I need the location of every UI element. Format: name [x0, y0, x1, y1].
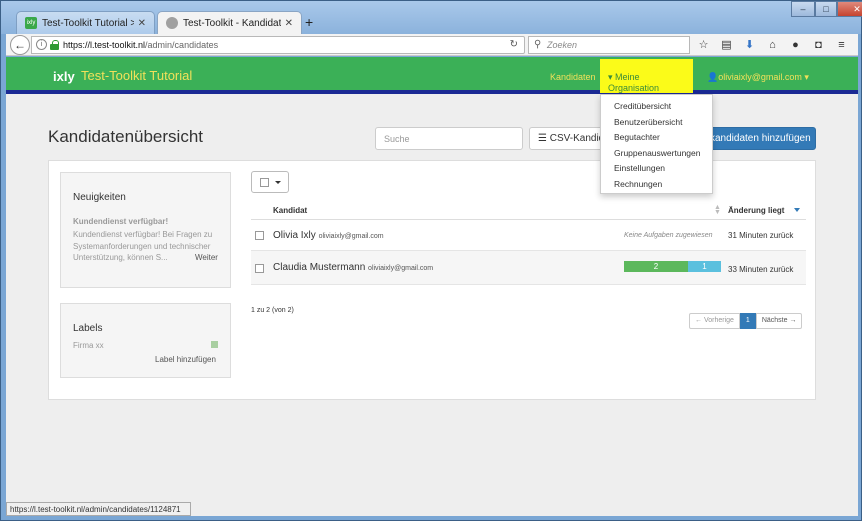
organisation-dropdown: Creditübersicht Benutzerübersicht Beguta… [600, 94, 713, 194]
nav-organisation[interactable]: ▾ Meine Organisation [600, 59, 693, 93]
caret-down-icon [275, 181, 281, 184]
status-text: Keine Aufgaben zugewiesen [624, 232, 713, 239]
label-item[interactable]: Firma xx [73, 341, 104, 350]
tab-label: Test-Toolkit - Kandidatenü... [183, 17, 281, 29]
page-title: Kandidatenübersicht [48, 127, 204, 146]
menu-item-reviewers[interactable]: Begutachter [601, 130, 712, 146]
main-panel: Neuigkeiten Kundendienst verfügbar! Kund… [48, 160, 816, 400]
back-button[interactable]: ← [10, 35, 30, 55]
news-more-link[interactable]: Weiter [195, 253, 218, 262]
table-header: Kandidat ▲ ▼ Änderung liegt [251, 202, 806, 220]
sort-desc-icon[interactable] [794, 208, 800, 212]
menu-icon[interactable]: ≡ [830, 37, 853, 53]
clipboard-icon[interactable]: ▤ [715, 37, 738, 53]
csv-label: CSV-Kandid [549, 133, 605, 144]
candidate-name[interactable]: Olivia Ixly oliviaixly@gmail.com [273, 230, 384, 241]
candidate-search-input[interactable]: Suche [375, 127, 523, 150]
ixly-icon: ixly [25, 17, 37, 29]
ixly-logo[interactable]: ixly [53, 69, 75, 84]
table-row[interactable]: Claudia Mustermann oliviaixly@gmail.com … [251, 251, 806, 285]
candidate-fullname: Claudia Mustermann [273, 262, 366, 273]
app-header: ixly Test-Toolkit Tutorial Kandidaten ▾ … [6, 57, 858, 94]
pager-next[interactable]: Nächste → [755, 313, 803, 329]
list-icon: ☰ [538, 133, 550, 144]
nav-candidates[interactable]: Kandidaten [550, 72, 596, 82]
reload-icon[interactable]: ↻ [510, 39, 518, 50]
close-window-button[interactable]: ✕ [837, 1, 862, 17]
news-box: Neuigkeiten Kundendienst verfügbar! Kund… [60, 172, 231, 288]
progress-open: 1 [688, 261, 721, 272]
browser-window: ixly Test-Toolkit Tutorial > Ixly ✕ Test… [0, 0, 862, 521]
menu-item-invoices[interactable]: Rechnungen [601, 177, 712, 193]
close-tab-icon[interactable]: ✕ [138, 18, 146, 29]
candidate-fullname: Olivia Ixly [273, 230, 316, 241]
labels-box: Labels Firma xx Label hinzufügen [60, 303, 231, 378]
bulk-select-dropdown[interactable] [251, 171, 289, 193]
tab-candidates[interactable]: Test-Toolkit - Kandidatenü... ✕ [157, 11, 302, 34]
sort-icon[interactable]: ▲ ▼ [714, 204, 721, 216]
pocket-icon[interactable]: ◘ [807, 37, 830, 53]
search-icon: ⚲ [534, 39, 542, 50]
toolbar-icons: ☆ ▤ ⬇ ⌂ ● ◘ ≡ [692, 37, 853, 53]
tab-tutorial[interactable]: ixly Test-Toolkit Tutorial > Ixly ✕ [16, 11, 155, 34]
page-viewport: ixly Test-Toolkit Tutorial Kandidaten ▾ … [6, 57, 858, 502]
menu-item-credits[interactable]: Creditübersicht [601, 99, 712, 115]
news-heading: Neuigkeiten [73, 192, 126, 203]
download-icon[interactable]: ⬇ [738, 37, 761, 53]
label-color-swatch [211, 341, 218, 348]
url-path: /admin/candidates [145, 40, 219, 50]
user-email: oliviaixly@gmail.com ▾ [718, 72, 809, 82]
progress-bar: 2 1 [624, 261, 721, 272]
row-checkbox[interactable] [255, 264, 264, 273]
column-candidate[interactable]: Kandidat [273, 206, 307, 215]
menu-item-settings[interactable]: Einstellungen [601, 161, 712, 177]
table-row[interactable]: Olivia Ixly oliviaixly@gmail.com Keine A… [251, 220, 806, 251]
checkbox-icon [260, 178, 269, 187]
row-checkbox[interactable] [255, 231, 264, 240]
result-count: 1 zu 2 (von 2) [251, 307, 294, 314]
candidate-email: oliviaixly@gmail.com [368, 265, 434, 272]
pagination: ← Vorherige 1 Nächste → [689, 313, 803, 329]
changed-time: 33 Minuten zurück [728, 265, 794, 274]
candidate-name[interactable]: Claudia Mustermann oliviaixly@gmail.com [273, 262, 433, 273]
info-icon[interactable]: i [36, 39, 47, 50]
bookmark-star-icon[interactable]: ☆ [692, 37, 715, 53]
candidate-email: oliviaixly@gmail.com [318, 233, 384, 240]
brand-title[interactable]: Test-Toolkit Tutorial [81, 68, 192, 83]
url-host: https://l.test-toolkit.nl [63, 40, 146, 50]
navigation-toolbar: ← i https://l.test-toolkit.nl/admin/cand… [6, 34, 858, 56]
news-subheading: Kundendienst verfügbar! [73, 217, 169, 226]
changed-time: 31 Minuten zurück [728, 231, 794, 240]
url-text: https://l.test-toolkit.nl/admin/candidat… [63, 40, 218, 50]
home-icon[interactable]: ⌂ [761, 37, 784, 53]
pager-prev[interactable]: ← Vorherige [689, 313, 740, 329]
add-label-link[interactable]: Label hinzufügen [155, 355, 216, 364]
new-tab-button[interactable]: + [305, 14, 313, 30]
arrow-left-icon: ← [14, 38, 26, 52]
title-bar: ixly Test-Toolkit Tutorial > Ixly ✕ Test… [1, 1, 862, 34]
browser-search-input[interactable]: ⚲ Zoeken [528, 36, 690, 54]
status-bar-url: https://l.test-toolkit.nl/admin/candidat… [6, 502, 191, 516]
window-controls: – □ ✕ [791, 1, 862, 17]
labels-heading: Labels [73, 323, 103, 334]
globe-icon [166, 17, 178, 29]
lock-icon [50, 40, 59, 50]
add-candidates-button[interactable]: kandidaten hinzufügen [703, 127, 816, 150]
chat-icon[interactable]: ● [784, 37, 807, 53]
pager-current[interactable]: 1 [739, 313, 756, 329]
minimize-button[interactable]: – [791, 1, 815, 17]
maximize-button[interactable]: □ [815, 1, 837, 17]
menu-item-users[interactable]: Benutzerübersicht [601, 115, 712, 131]
url-bar[interactable]: i https://l.test-toolkit.nl/admin/candid… [31, 36, 525, 54]
tab-label: Test-Toolkit Tutorial > Ixly [42, 17, 134, 29]
progress-done: 2 [624, 261, 688, 272]
nav-user-menu[interactable]: 👤oliviaixly@gmail.com ▾ [707, 72, 809, 83]
menu-item-group-reports[interactable]: Gruppenauswertungen [601, 146, 712, 162]
close-tab-icon[interactable]: ✕ [285, 18, 293, 29]
search-placeholder: Zoeken [547, 40, 578, 50]
column-changed[interactable]: Änderung liegt [728, 206, 784, 215]
user-icon: 👤 [707, 72, 719, 82]
